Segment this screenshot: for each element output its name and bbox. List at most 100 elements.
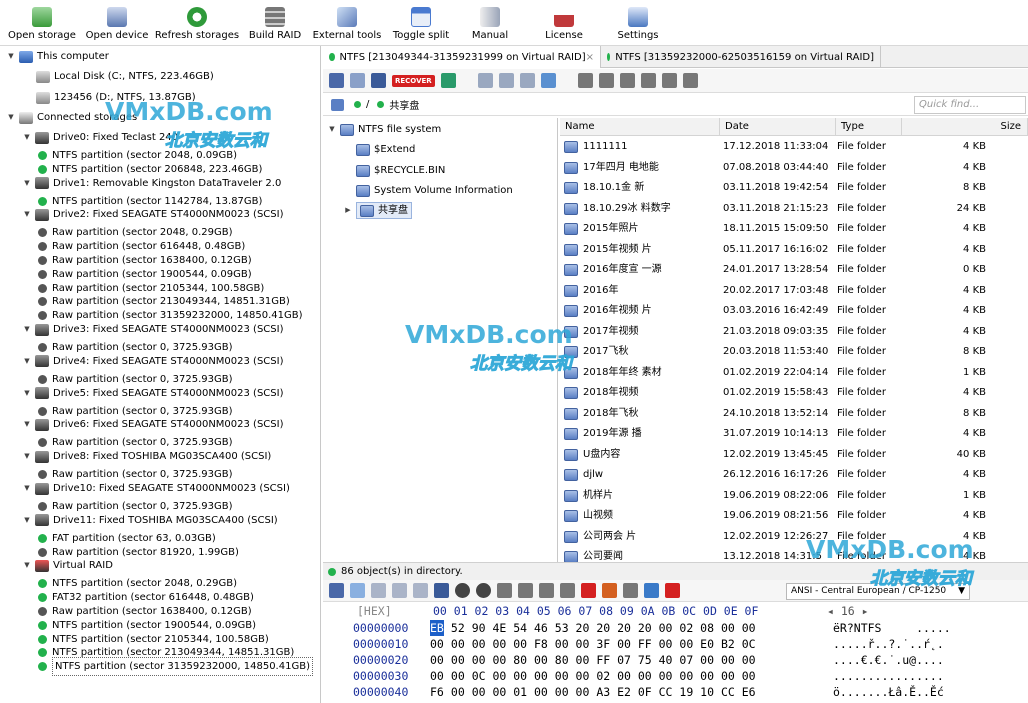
tool-icon[interactable]: [598, 73, 614, 88]
drive-node[interactable]: ▼ Drive0: Fixed Teclast 240: [22, 129, 178, 146]
sync-icon[interactable]: [644, 583, 659, 598]
save-icon[interactable]: [329, 73, 344, 88]
tool-icon[interactable]: [623, 583, 638, 598]
hex-ascii[interactable]: .....ř..?.˙..ŕ˛.: [833, 636, 944, 652]
file-row[interactable]: U盘内容 12.02.2019 13:45:45 File folder 40 KB: [560, 445, 1028, 465]
template-icon[interactable]: [602, 583, 617, 598]
hex-view[interactable]: 00000000 EB 52 90 4E 54 46 53 20 20 20 20…: [323, 620, 1028, 703]
collapse-icon[interactable]: ▼: [22, 325, 32, 335]
save-icon[interactable]: [329, 583, 344, 598]
drive-node[interactable]: ▼ Virtual RAID: [22, 557, 113, 574]
collapse-icon[interactable]: ▼: [22, 484, 32, 494]
collapse-icon[interactable]: ▼: [22, 388, 32, 398]
file-row[interactable]: 2016年视频 片 03.03.2016 16:42:49 File folder 4…: [560, 301, 1028, 321]
fs-node-recycle[interactable]: $RECYCLE.BIN: [343, 162, 445, 179]
copy-icon[interactable]: [371, 583, 386, 598]
hex-ascii[interactable]: ................: [833, 668, 944, 684]
drive-node[interactable]: ▼ Drive1: Removable Kingston DataTraveler…: [22, 175, 281, 192]
view-icon[interactable]: [498, 73, 514, 88]
collapse-icon[interactable]: ▼: [22, 561, 32, 571]
column-type[interactable]: Type: [836, 118, 902, 136]
collapse-icon[interactable]: ▼: [22, 178, 32, 188]
file-row[interactable]: 18.10.1金 新 03.11.2018 19:42:54 File folder…: [560, 178, 1028, 198]
goto-icon[interactable]: [497, 583, 512, 598]
collapse-icon[interactable]: ▼: [327, 125, 337, 135]
collapse-icon[interactable]: ▼: [22, 133, 32, 143]
file-row[interactable]: djlw 26.12.2016 16:17:26 File folder 4 KB: [560, 465, 1028, 485]
drive-node[interactable]: ▼ Drive10: Fixed SEAGATE ST4000NM0023 (SC…: [22, 480, 290, 497]
hex-byte-selected[interactable]: EB: [430, 620, 444, 636]
file-row[interactable]: 公司两会 片 12.02.2019 12:26:27 File folder 4 KB: [560, 527, 1028, 547]
fs-root-node[interactable]: ▼ NTFS file system: [327, 121, 441, 138]
expand-icon[interactable]: ▶: [343, 206, 353, 216]
chevron-right-icon[interactable]: ▸: [855, 604, 869, 618]
file-row[interactable]: 山视频 19.06.2019 08:21:56 File folder 4 KB: [560, 506, 1028, 526]
partition-node[interactable]: NTFS partition (sector 31359232000, 1485…: [38, 657, 313, 677]
recover-button[interactable]: RECOVER: [392, 74, 435, 87]
hex-byte[interactable]: 00: [430, 652, 444, 668]
external-tools-button[interactable]: External tools: [306, 0, 388, 46]
collapse-icon[interactable]: ▼: [6, 113, 16, 123]
tool-icon[interactable]: [640, 73, 656, 88]
collapse-icon[interactable]: ▼: [22, 210, 32, 220]
paste-icon[interactable]: [413, 583, 428, 598]
tab-close-icon[interactable]: ×: [586, 47, 594, 68]
hex-bytes[interactable]: 00 00 00 00 F8 00 00 3F 00 FF 00 00 E0 B…: [444, 636, 756, 652]
file-row[interactable]: 2017年视频 21.03.2018 09:03:35 File folder 4 K…: [560, 322, 1028, 342]
connected-storages-node[interactable]: ▼ Connected storages: [6, 109, 137, 126]
select-icon[interactable]: [350, 583, 365, 598]
bytes-per-row-stepper[interactable]: ◂ 16 ▸: [827, 603, 869, 619]
hex-byte[interactable]: 00: [430, 636, 444, 652]
manual-button[interactable]: Manual: [454, 0, 526, 46]
refresh-storages-button[interactable]: Refresh storages: [150, 0, 244, 46]
find-icon[interactable]: [434, 583, 449, 598]
drive-node[interactable]: ▼ Drive5: Fixed SEAGATE ST4000NM0023 (SCS…: [22, 385, 283, 402]
hex-byte[interactable]: F6: [430, 684, 444, 700]
path-root[interactable]: /: [366, 99, 369, 110]
hex-ascii[interactable]: ....€.€.˙.u@....: [833, 652, 944, 668]
find-icon[interactable]: [371, 73, 386, 88]
settings-button[interactable]: Settings: [602, 0, 674, 46]
collapse-icon[interactable]: ▼: [22, 515, 32, 525]
local-disk-node[interactable]: Local Disk (C:, NTFS, 223.46GB): [36, 68, 214, 85]
view-icon[interactable]: [519, 73, 535, 88]
file-row[interactable]: 2017飞秋 20.03.2018 11:53:40 File folder 8 KB: [560, 342, 1028, 362]
edit-icon[interactable]: [665, 583, 680, 598]
file-row[interactable]: 2019年源 播 31.07.2019 10:14:13 File folder 4 …: [560, 424, 1028, 444]
open-device-button[interactable]: Open device: [84, 0, 150, 46]
tab-ntfs-second[interactable]: NTFS [31359232000-62503516159 on Virtual…: [601, 46, 881, 68]
path-current[interactable]: 共享盘: [389, 97, 419, 112]
column-date[interactable]: Date: [720, 118, 836, 136]
forward-icon[interactable]: [476, 583, 491, 598]
encoding-select[interactable]: ANSI - Central European / CP-1250 ▼: [786, 583, 970, 600]
drive-node[interactable]: ▼ Drive3: Fixed SEAGATE ST4000NM0023 (SCS…: [22, 321, 283, 338]
file-row[interactable]: 18.10.29冰 料数字 03.11.2018 21:15:23 File fol…: [560, 199, 1028, 219]
quick-find-input[interactable]: Quick find...: [914, 96, 1026, 114]
tool-icon[interactable]: [518, 583, 533, 598]
collapse-icon[interactable]: ▼: [22, 452, 32, 462]
this-computer-node[interactable]: ▼ This computer: [6, 48, 109, 65]
tool-icon[interactable]: [539, 583, 554, 598]
file-row[interactable]: 2015年照片 18.11.2015 15:09:50 File folder 4 K…: [560, 219, 1028, 239]
file-row[interactable]: 2015年视频 片 05.11.2017 16:16:02 File folder 4…: [560, 240, 1028, 260]
chevron-left-icon[interactable]: ◂: [827, 604, 841, 618]
collapse-icon[interactable]: ▼: [6, 52, 16, 62]
copy-icon[interactable]: [392, 583, 407, 598]
file-row[interactable]: 2016年 20.02.2017 17:03:48 File folder 4 KB: [560, 281, 1028, 301]
hex-ascii[interactable]: ëR?NTFS .....: [833, 620, 951, 636]
hex-ascii[interactable]: ö.......Łâ.Ě..Ěć: [833, 684, 944, 700]
tool-icon[interactable]: [577, 73, 593, 88]
hex-byte[interactable]: 00: [430, 668, 444, 684]
tool-icon[interactable]: [661, 73, 677, 88]
hex-bytes[interactable]: 00 0C 00 00 00 00 00 02 00 00 00 00 00 0…: [444, 668, 756, 684]
drive-node[interactable]: ▼ Drive11: Fixed TOSHIBA MG03SCA400 (SCSI…: [22, 512, 278, 529]
tool-icon[interactable]: [682, 73, 698, 88]
grid-icon[interactable]: [350, 73, 365, 88]
file-row[interactable]: 公司要闻 13.12.2018 14:31:5 File folder 4 KB: [560, 547, 1028, 562]
fs-node-shared[interactable]: ▶ 共享盘: [343, 202, 412, 219]
file-row[interactable]: 2018年飞秋 24.10.2018 13:52:14 File folder 8 K…: [560, 404, 1028, 424]
toggle-split-button[interactable]: Toggle split: [388, 0, 454, 46]
file-row[interactable]: 机样片 19.06.2019 08:22:06 File folder 1 KB: [560, 486, 1028, 506]
recover-to-icon[interactable]: [440, 73, 456, 88]
tab-ntfs-first[interactable]: NTFS [213049344-31359231999 on Virtual R…: [323, 46, 601, 68]
